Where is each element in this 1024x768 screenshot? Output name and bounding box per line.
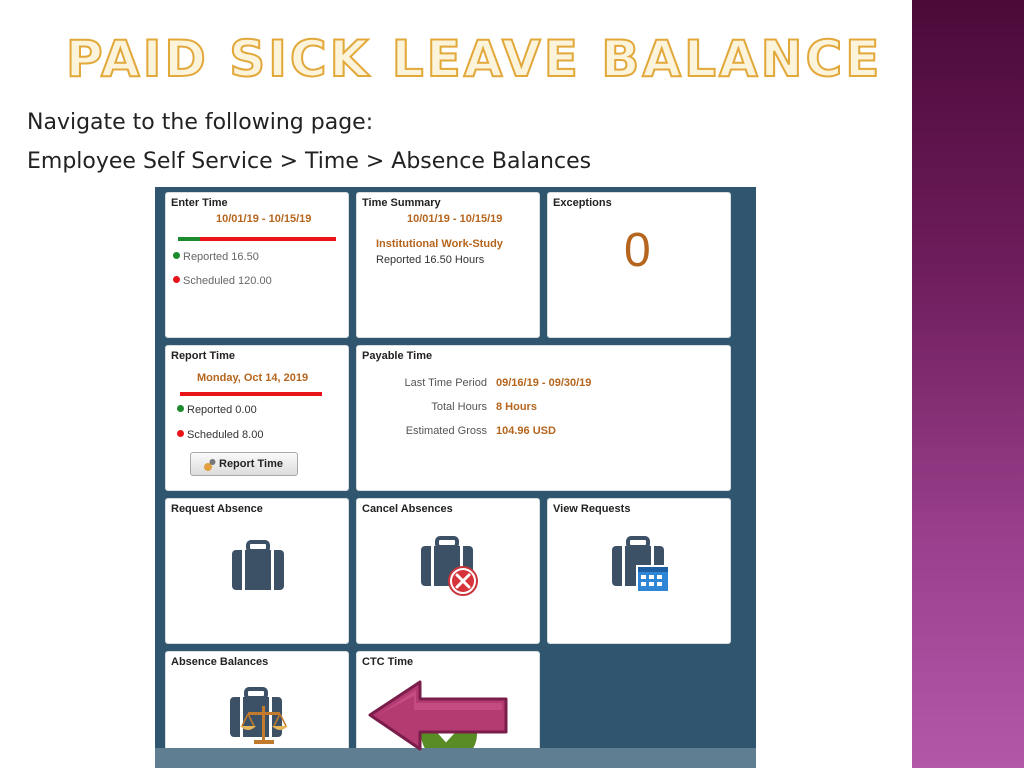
slide-title: Paid Sick Leave Balance <box>65 29 883 89</box>
exceptions-count: 0 <box>624 224 651 277</box>
tile-view-requests[interactable]: View Requests <box>547 498 731 644</box>
briefcase-scales-icon <box>230 687 288 744</box>
decorative-side-bar <box>912 0 1024 768</box>
tile-title: CTC Time <box>362 656 414 668</box>
estimated-gross-label: Estimated Gross <box>405 425 487 437</box>
tile-title: Report Time <box>171 350 235 362</box>
tile-title: Time Summary <box>362 197 441 209</box>
scheduled-text: Scheduled 120.00 <box>173 275 272 287</box>
scheduled-text: Scheduled 8.00 <box>177 429 263 441</box>
hours-progress-bar <box>178 237 336 241</box>
total-hours-label: Total Hours <box>431 401 487 413</box>
tile-title: View Requests <box>553 503 631 515</box>
last-time-period-value: 09/16/19 - 09/30/19 <box>496 377 592 389</box>
hours-progress-fill <box>178 237 201 241</box>
green-dot-icon <box>177 405 184 412</box>
tile-request-absence[interactable]: Request Absence <box>165 498 349 644</box>
category-text: Institutional Work-Study <box>376 238 503 250</box>
scheduled-value: Scheduled 120.00 <box>183 275 272 287</box>
tile-enter-time[interactable]: Enter Time 10/01/19 - 10/15/19 Reported … <box>165 192 349 338</box>
briefcase-icon <box>232 540 284 590</box>
tile-report-time[interactable]: Report Time Monday, Oct 14, 2019 Reporte… <box>165 345 349 491</box>
green-dot-icon <box>173 252 180 259</box>
reported-text: Reported 16.50 <box>173 251 259 263</box>
navigate-instruction: Navigate to the following page: <box>27 110 374 135</box>
period-text: 10/01/19 - 10/15/19 <box>407 213 503 225</box>
total-hours-value: 8 Hours <box>496 401 537 413</box>
estimated-gross-value: 104.96 USD <box>496 425 556 437</box>
reported-value: Reported 0.00 <box>187 404 257 416</box>
tile-title: Cancel Absences <box>362 503 453 515</box>
red-dot-icon <box>173 276 180 283</box>
briefcase-calendar-icon <box>612 536 670 593</box>
date-text: Monday, Oct 14, 2019 <box>197 372 309 384</box>
tile-title: Payable Time <box>362 350 433 362</box>
tile-title: Absence Balances <box>171 656 269 668</box>
navigation-path: Employee Self Service > Time > Absence B… <box>27 149 592 174</box>
tile-cancel-absences[interactable]: Cancel Absences <box>356 498 540 644</box>
red-dot-icon <box>177 430 184 437</box>
tile-title: Enter Time <box>171 197 228 209</box>
hours-text: Reported 16.50 Hours <box>376 254 485 266</box>
period-text: 10/01/19 - 10/15/19 <box>216 213 312 225</box>
tile-exceptions[interactable]: Exceptions 0 <box>547 192 731 338</box>
reported-text: Reported 0.00 <box>177 404 257 416</box>
reported-value: Reported 16.50 <box>183 251 259 263</box>
tile-time-summary[interactable]: Time Summary 10/01/19 - 10/15/19 Institu… <box>356 192 540 338</box>
hours-progress-bar <box>180 392 322 396</box>
report-time-button-label: Report Time <box>219 458 283 470</box>
tile-title: Request Absence <box>171 503 263 515</box>
time-dashboard-screenshot: Enter Time 10/01/19 - 10/15/19 Reported … <box>155 187 756 768</box>
briefcase-cancel-icon <box>421 536 478 596</box>
tile-title: Exceptions <box>553 197 612 209</box>
pointer-arrow-icon <box>368 680 508 751</box>
tile-payable-time[interactable]: Payable Time Last Time Period 09/16/19 -… <box>356 345 731 491</box>
last-time-period-label: Last Time Period <box>404 377 487 389</box>
scheduled-value: Scheduled 8.00 <box>187 429 264 441</box>
report-time-button[interactable]: Report Time <box>190 452 298 476</box>
clock-person-icon <box>204 459 216 471</box>
